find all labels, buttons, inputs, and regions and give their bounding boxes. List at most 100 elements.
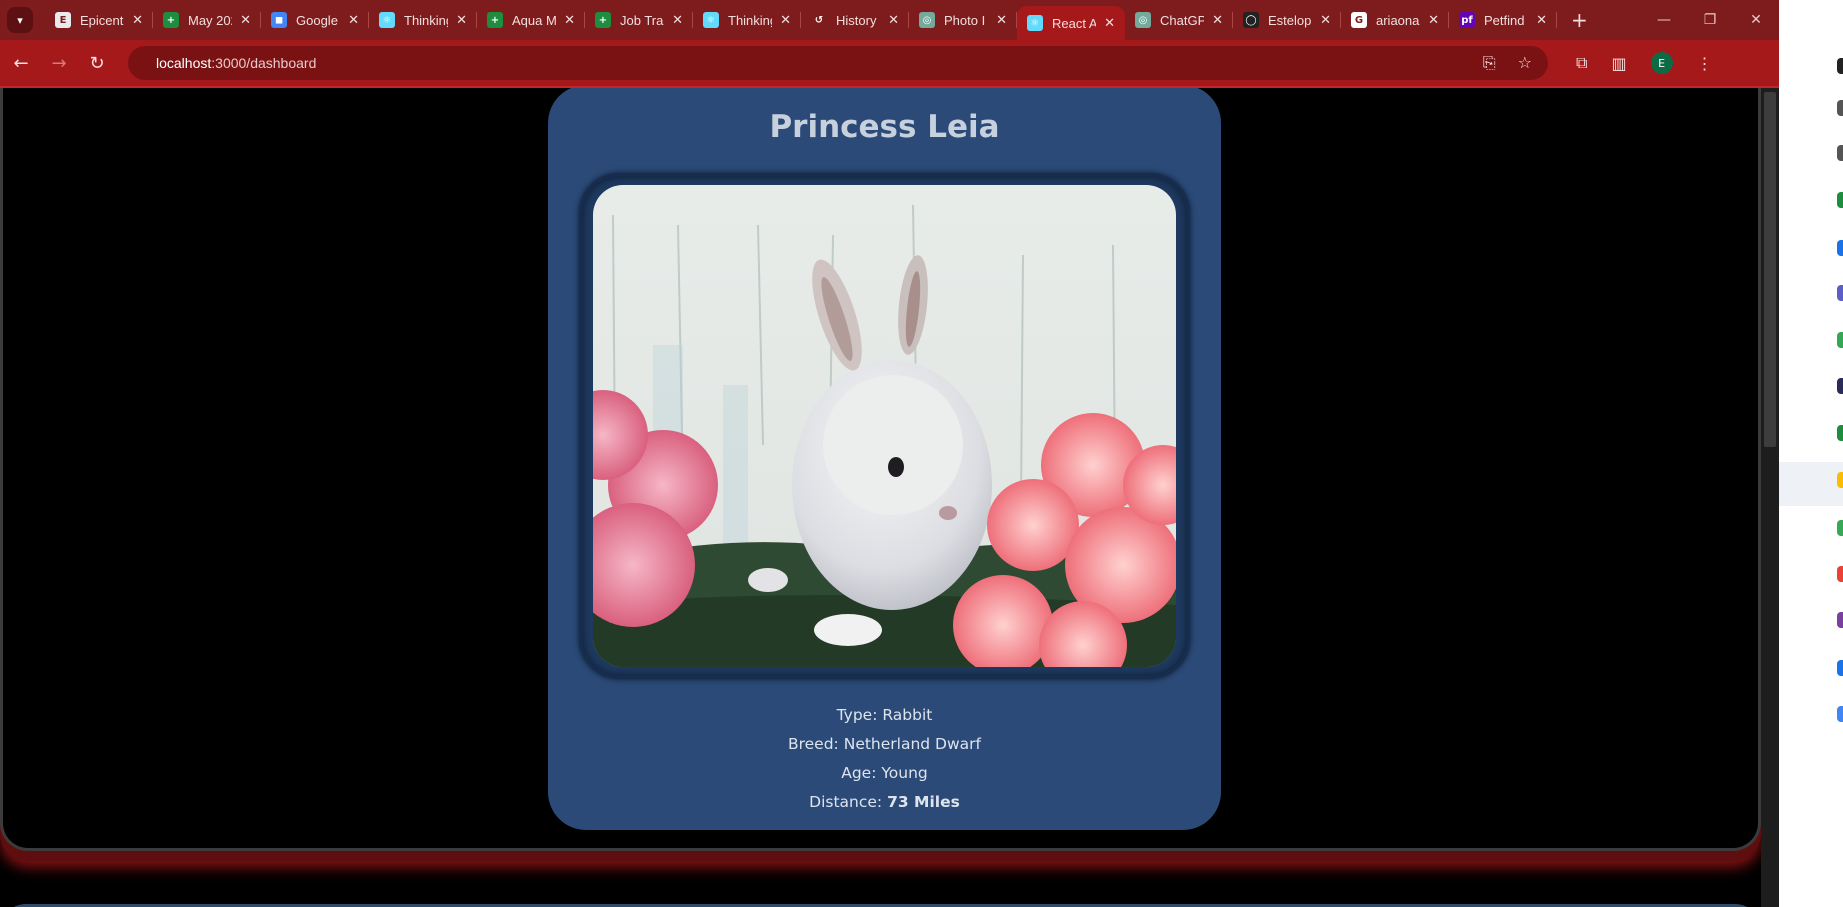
browser-tab[interactable]: E Epicenter ✕ [45, 0, 153, 40]
browser-tab[interactable]: ↺ History ✕ [801, 0, 909, 40]
browser-tab[interactable]: ◼ Google ✕ [261, 0, 369, 40]
url-text[interactable]: localhost:3000/dashboard [156, 55, 316, 71]
extensions-puzzle-icon[interactable]: ⧉ [1576, 53, 1587, 73]
url-host: localhost [156, 55, 212, 71]
browser-tab[interactable]: ◎ ChatGPT ✕ [1125, 0, 1233, 40]
reload-icon[interactable]: ↻ [80, 46, 114, 80]
close-window-icon[interactable]: ✕ [1733, 0, 1779, 40]
side-panel-item-icon[interactable] [1837, 566, 1843, 582]
pet-age-value: Young [881, 764, 928, 782]
tab-label: Thinking [404, 12, 448, 28]
tab-label: Epicenter [80, 12, 124, 28]
tab-close-icon[interactable]: ✕ [564, 13, 575, 28]
side-panel-item-icon[interactable] [1837, 100, 1843, 116]
tab-close-icon[interactable]: ✕ [1536, 13, 1547, 28]
tab-close-icon[interactable]: ✕ [348, 13, 359, 28]
tab-favicon-icon: ◼ [271, 12, 287, 28]
side-panel-item-icon[interactable] [1837, 332, 1843, 348]
browser-tab[interactable]: ◯ Estelop ✕ [1233, 0, 1341, 40]
pet-age-row: Age: Young [548, 759, 1221, 788]
browser-tab[interactable]: ◎ Photo I ✕ [909, 0, 1017, 40]
kebab-menu-icon[interactable]: ⋮ [1697, 54, 1713, 73]
tab-favicon-icon: ◎ [1135, 12, 1151, 28]
side-panel-highlight [1779, 462, 1843, 506]
pet-age-label: Age: [841, 764, 882, 782]
pet-distance-label: Distance: [809, 793, 888, 811]
browser-tab[interactable]: Gariaona ✕ [1341, 0, 1449, 40]
restore-icon[interactable]: ❐ [1687, 0, 1733, 40]
tab-label: Petfind [1484, 12, 1525, 28]
side-panel-icon[interactable]: ▥ [1611, 54, 1626, 73]
forward-arrow-icon[interactable]: → [42, 46, 76, 80]
browser-tab[interactable]: + Aqua M ✕ [477, 0, 585, 40]
tab-label: May 2024 [188, 12, 232, 28]
tab-favicon-icon: G [1351, 12, 1367, 28]
side-panel-item-icon[interactable] [1837, 425, 1843, 441]
pet-distance-row: Distance: 73 Miles [548, 788, 1221, 817]
tab-favicon-icon: + [487, 12, 503, 28]
address-bar[interactable]: i localhost:3000/dashboard ⎘ ☆ [128, 46, 1548, 678]
new-tab-plus-icon[interactable]: + [1571, 8, 1588, 32]
scrollbar-thumb[interactable] [1764, 92, 1776, 447]
tab-close-icon[interactable]: ✕ [1104, 16, 1115, 31]
tab-label: ariaona [1376, 12, 1420, 28]
tab-close-icon[interactable]: ✕ [780, 13, 791, 28]
tab-label: Estelop [1268, 12, 1312, 28]
pet-type-row: Type: Rabbit [548, 701, 1221, 730]
pet-breed-label: Breed: [787, 735, 844, 753]
side-panel-item-icon[interactable] [1837, 58, 1843, 74]
tab-label: Job Tra [620, 12, 664, 28]
tab-label: React A [1052, 15, 1096, 31]
side-panel-item-icon[interactable] [1837, 520, 1843, 536]
browser-tab[interactable]: + Job Tra ✕ [585, 0, 693, 40]
side-panel-item-icon[interactable] [1837, 192, 1843, 208]
pet-photo [593, 185, 1176, 667]
side-panel-item-icon[interactable] [1837, 472, 1843, 488]
pet-details: Type: Rabbit Breed: Netherland Dwarf Age… [548, 701, 1221, 817]
tab-close-icon[interactable]: ✕ [132, 13, 143, 28]
pet-distance-value: 73 Miles [887, 793, 960, 811]
tab-label: History [836, 12, 877, 28]
browser-tab[interactable]: pf Petfind ✕ [1449, 0, 1557, 40]
side-panel-item-icon[interactable] [1837, 240, 1843, 256]
browser-tab[interactable]: + May 2024 ✕ [153, 0, 261, 40]
tab-close-icon[interactable]: ✕ [1320, 13, 1331, 28]
pet-type-label: Type: [836, 706, 883, 724]
pet-photo-frame [579, 173, 1190, 679]
tab-close-icon[interactable]: ✕ [672, 13, 683, 28]
side-panel-item-icon[interactable] [1837, 660, 1843, 676]
tab-close-icon[interactable]: ✕ [888, 13, 899, 28]
side-panel-item-icon[interactable] [1837, 378, 1843, 394]
tab-favicon-icon: + [595, 12, 611, 28]
bookmark-star-icon[interactable]: ☆ [1518, 53, 1532, 73]
tab-close-icon[interactable]: ✕ [1428, 13, 1439, 28]
pet-name: Princess Leia [769, 109, 1000, 145]
pet-card[interactable]: Princess Leia Type: Rabbit Breed: Nether… [548, 88, 1221, 830]
side-panel-item-icon[interactable] [1837, 145, 1843, 161]
tab-close-icon[interactable]: ✕ [1212, 13, 1223, 28]
tab-search-chevron-icon[interactable]: ▾ [7, 7, 33, 33]
tab-favicon-icon: + [163, 12, 179, 28]
tabs-container: EEpicenter✕+May 2024✕◼Google✕⚛Thinking✕+… [45, 0, 1557, 40]
tab-close-icon[interactable]: ✕ [240, 13, 251, 28]
profile-avatar[interactable]: E [1650, 52, 1673, 74]
side-panel-item-icon[interactable] [1837, 706, 1843, 722]
tab-favicon-icon: E [55, 12, 71, 28]
side-panel [1779, 0, 1843, 907]
dashboard-panel: Princess Leia Type: Rabbit Breed: Nether… [0, 88, 1761, 851]
browser-tab[interactable]: ⚛ Thinking ✕ [369, 0, 477, 40]
tab-label: Thinking [728, 12, 772, 28]
tab-close-icon[interactable]: ✕ [456, 13, 467, 28]
back-arrow-icon[interactable]: ← [4, 46, 38, 80]
browser-tab[interactable]: ⚛ React A ✕ [1017, 6, 1125, 40]
tab-close-icon[interactable]: ✕ [996, 13, 1007, 28]
tab-label: Aqua M [512, 12, 556, 28]
minimize-icon[interactable]: — [1641, 0, 1687, 40]
pet-type-value: Rabbit [882, 706, 933, 724]
install-app-icon[interactable]: ⎘ [1483, 53, 1496, 73]
pet-breed-value: Netherland Dwarf [843, 735, 981, 753]
side-panel-item-icon[interactable] [1837, 285, 1843, 301]
browser-tab[interactable]: ⚛ Thinking ✕ [693, 0, 801, 40]
side-panel-item-icon[interactable] [1837, 612, 1843, 628]
tab-strip: ▾ E Epicenter ✕ + May 2024 ✕ ◼ Google ✕ ⚛ Thinking… [0, 0, 1779, 40]
